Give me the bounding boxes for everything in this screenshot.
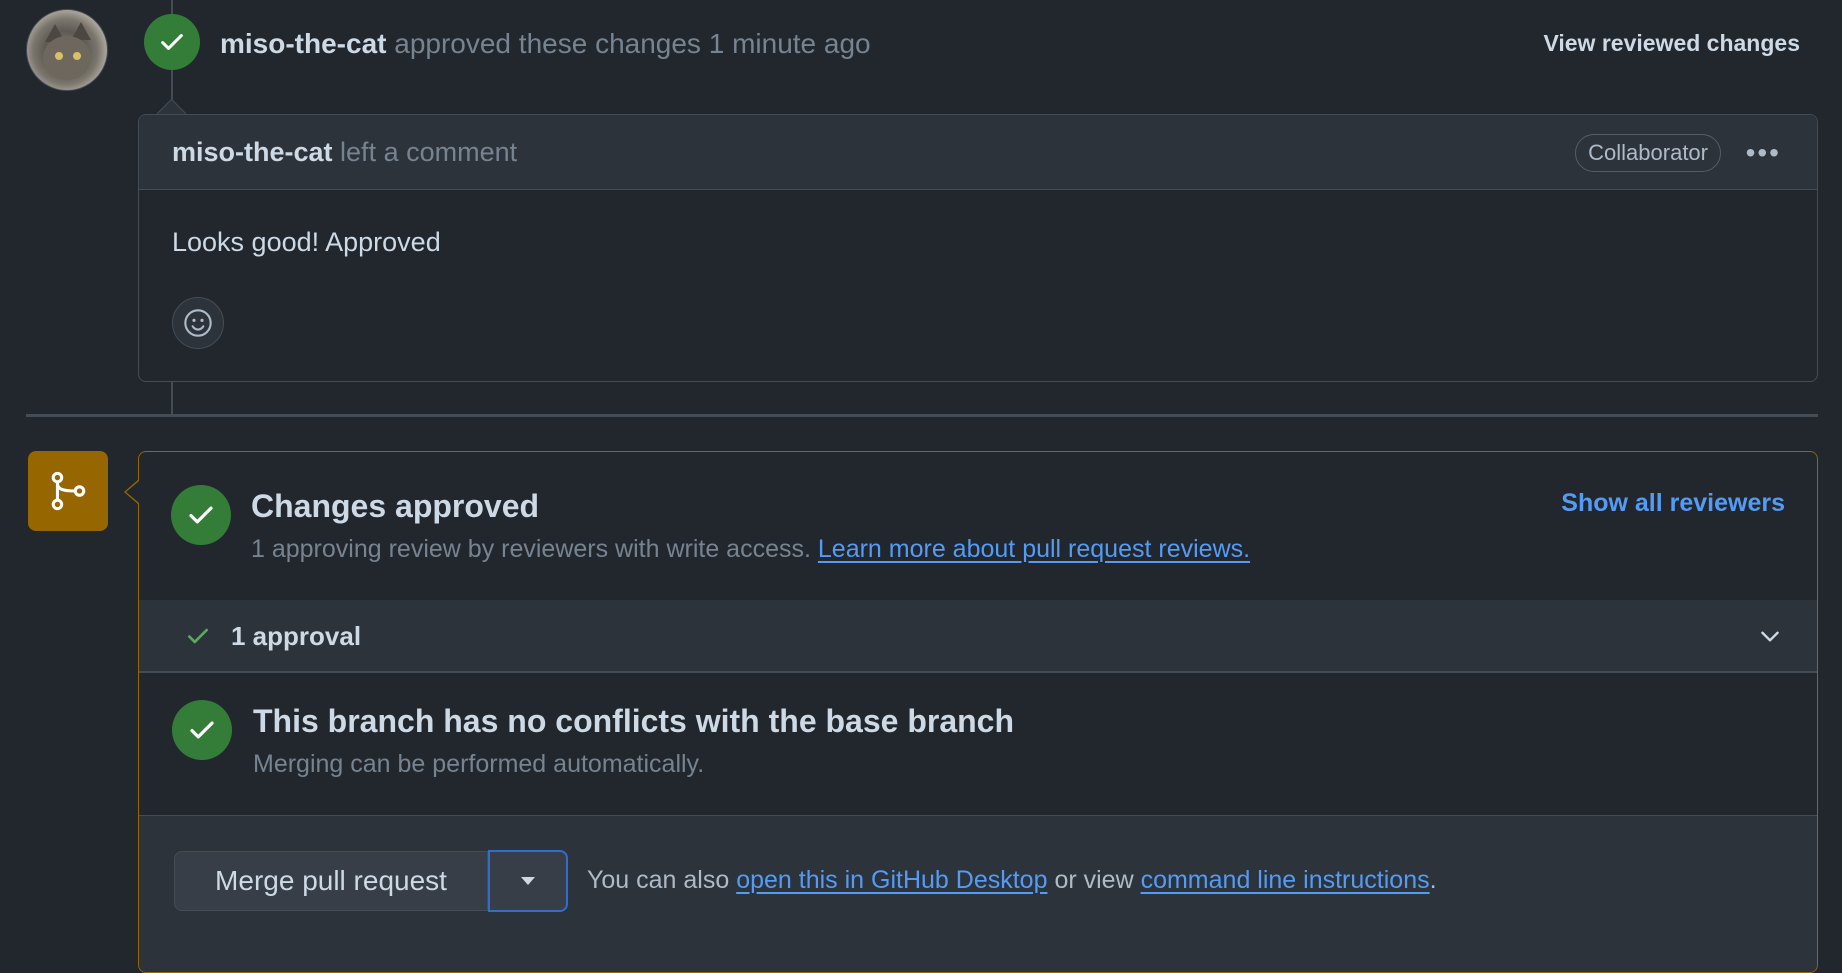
check-icon <box>190 721 214 739</box>
view-reviewed-changes-button[interactable]: View reviewed changes <box>1543 30 1800 57</box>
merge-method-dropdown[interactable] <box>488 850 568 912</box>
check-icon <box>188 628 208 644</box>
collaborator-badge: Collaborator <box>1575 134 1721 172</box>
learn-more-reviews-link[interactable]: Learn more about pull request reviews. <box>818 535 1250 563</box>
comment-body: Looks good! Approved <box>172 227 441 257</box>
no-conflicts-description: Merging can be performed automatically. <box>253 750 705 778</box>
approved-check-badge <box>144 14 200 70</box>
approved-description-text: 1 approving review by reviewers with wri… <box>251 535 811 563</box>
kebab-menu-icon[interactable]: ••• <box>1746 137 1781 169</box>
review-action: approved these changes <box>394 28 701 59</box>
approval-count: 1 approval <box>231 621 362 651</box>
no-conflicts-badge <box>172 700 232 760</box>
comment-author[interactable]: miso-the-cat <box>172 137 333 167</box>
merge-box-caret-inner <box>126 481 139 503</box>
or-view-text: or view <box>1054 866 1134 894</box>
review-author[interactable]: miso-the-cat <box>220 28 386 59</box>
changes-approved-description: 1 approving review by reviewers with wri… <box>251 535 1250 564</box>
smiley-icon <box>184 309 212 337</box>
github-desktop-link[interactable]: open this in GitHub Desktop <box>736 866 1047 894</box>
check-icon <box>161 34 183 50</box>
no-conflicts-title: This branch has no conflicts with the ba… <box>253 703 1015 739</box>
triangle-down-icon <box>521 877 535 885</box>
git-merge-icon <box>51 471 86 511</box>
alternative-merge-text: You can also open this in GitHub Desktop… <box>587 866 1437 895</box>
comment-action: left a comment <box>340 137 518 167</box>
merge-box: Changes approved 1 approving review by r… <box>138 451 1818 973</box>
approvals-row[interactable]: 1 approval <box>139 600 1817 673</box>
command-line-instructions-link[interactable]: command line instructions <box>1141 866 1430 894</box>
changes-approved-title: Changes approved <box>251 488 540 524</box>
merge-actions-row: Merge pull request You can also open thi… <box>139 815 1817 972</box>
comment-header: miso-the-cat left a comment Collaborator… <box>139 115 1817 190</box>
comment-box: miso-the-cat left a comment Collaborator… <box>138 114 1818 382</box>
timeline-divider <box>26 414 1818 417</box>
merge-pull-request-button[interactable]: Merge pull request <box>174 851 488 911</box>
avatar[interactable] <box>26 9 108 91</box>
chevron-down-icon[interactable] <box>1757 623 1783 649</box>
comment-header-text: miso-the-cat left a comment <box>172 137 517 168</box>
check-icon <box>189 506 213 524</box>
period-text: . <box>1429 866 1437 894</box>
changes-approved-badge <box>171 485 231 545</box>
git-merge-badge <box>28 451 108 531</box>
add-reaction-button[interactable] <box>172 297 224 349</box>
timeline-line-mid <box>171 380 173 414</box>
review-time[interactable]: 1 minute ago <box>709 28 871 59</box>
also-prefix: You can also <box>587 866 730 894</box>
show-all-reviewers-button[interactable]: Show all reviewers <box>1561 489 1785 518</box>
review-header: miso-the-cat approved these changes 1 mi… <box>220 28 871 60</box>
